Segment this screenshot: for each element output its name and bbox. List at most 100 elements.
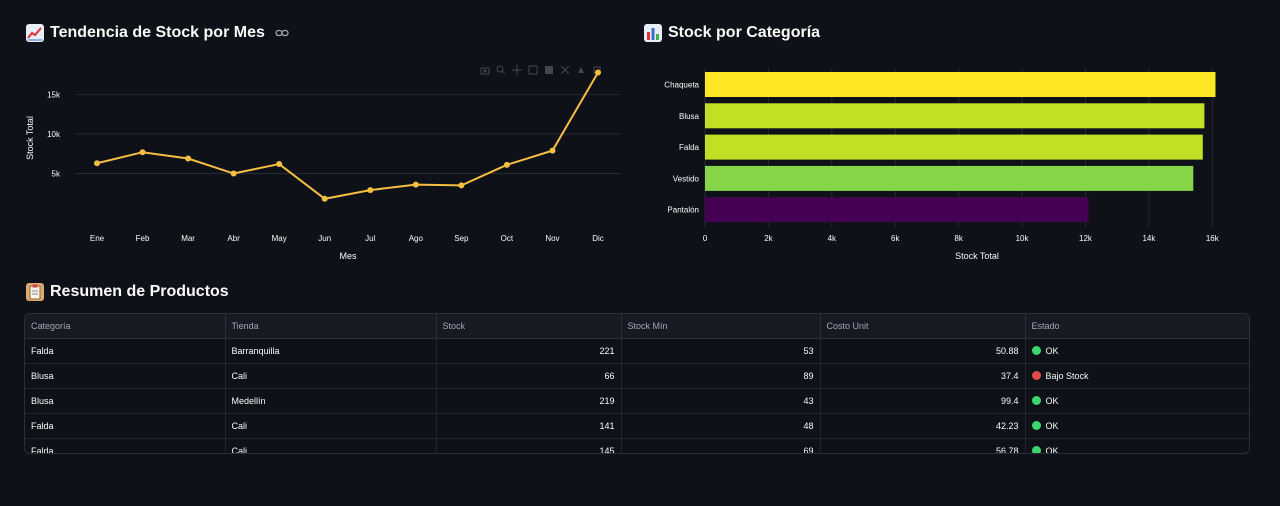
cell-tienda[interactable]: Cali (225, 413, 437, 439)
status-text: OK (1045, 421, 1059, 431)
data-point (276, 161, 283, 168)
x-tick-label: Abr (227, 234, 240, 243)
line-chart-title: Tendencia de Stock por Mes (26, 24, 289, 42)
x-tick-label: Sep (454, 234, 469, 243)
column-header-stock[interactable]: Stock (436, 314, 622, 339)
bar-chart-title: Stock por Categoría (644, 24, 820, 42)
cell-costo-unit[interactable]: 99.4 (820, 388, 1026, 414)
column-header-stock-min[interactable]: Stock Mín (621, 314, 821, 339)
status-dot-icon (1031, 371, 1041, 380)
cell-estado[interactable]: OK (1025, 388, 1249, 414)
link-icon[interactable] (275, 26, 289, 40)
x-tick-label: Jul (365, 234, 375, 243)
y-tick-label: Vestido (673, 174, 700, 183)
table-row[interactable]: Blusa Medellín 219 43 99.4 OK (25, 388, 1249, 414)
y-tick-label: Chaqueta (664, 81, 699, 90)
data-point (230, 170, 237, 177)
status-text: OK (1045, 446, 1059, 454)
cell-stock[interactable]: 66 (436, 363, 622, 389)
data-point (549, 147, 556, 154)
cell-stock[interactable]: 141 (436, 413, 622, 439)
cell-estado[interactable]: OK (1025, 338, 1249, 364)
line-chart-title-text: Tendencia de Stock por Mes (50, 24, 265, 41)
bar-chart[interactable]: 0 2k 4k 6k 8k 10k 12k 14k 16k Chaqueta Blusa Falda V… (640, 55, 1270, 265)
cell-stock-min[interactable]: 43 (621, 388, 821, 414)
cell-costo-unit[interactable]: 56.78 (820, 438, 1026, 453)
cell-categoria[interactable]: Falda (25, 438, 226, 453)
x-tick-label: 14k (1142, 234, 1156, 243)
x-axis-title: Mes (339, 251, 357, 261)
table-row[interactable]: Blusa Cali 66 89 37.4 Bajo Stock (25, 363, 1249, 389)
x-tick-label: Feb (136, 234, 150, 243)
cell-costo-unit[interactable]: 50.88 (820, 338, 1026, 364)
bar-chart-icon (644, 24, 662, 42)
cell-tienda[interactable]: Barranquilla (225, 338, 437, 364)
bar (705, 165, 1194, 191)
status-dot-icon (1031, 346, 1041, 355)
cell-stock-min[interactable]: 89 (621, 363, 821, 389)
cell-categoria[interactable]: Falda (25, 338, 226, 364)
status-dot-icon (1031, 421, 1041, 430)
cell-tienda[interactable]: Cali (225, 363, 437, 389)
cell-categoria[interactable]: Falda (25, 413, 226, 439)
y-tick-label: 5k (52, 170, 61, 179)
x-axis-title: Stock Total (955, 251, 999, 261)
data-point (458, 182, 465, 189)
table-row[interactable]: Falda Cali 141 48 42.23 OK (25, 413, 1249, 439)
bar (705, 197, 1089, 223)
cell-stock[interactable]: 219 (436, 388, 622, 414)
x-tick-label: 12k (1079, 234, 1093, 243)
status-text: OK (1045, 346, 1059, 356)
cell-estado[interactable]: OK (1025, 413, 1249, 439)
x-tick-label: Ene (90, 234, 105, 243)
status-dot-icon (1031, 446, 1041, 453)
x-tick-label: 16k (1206, 234, 1220, 243)
x-tick-label: 4k (828, 234, 837, 243)
column-header-tienda[interactable]: Tienda (225, 314, 437, 339)
data-point (185, 155, 192, 162)
cell-categoria[interactable]: Blusa (25, 363, 226, 389)
status-text: OK (1045, 396, 1059, 406)
table-row[interactable]: Falda Barranquilla 221 53 50.88 OK (25, 338, 1249, 364)
x-tick-label: 0 (703, 234, 708, 243)
cell-categoria[interactable]: Blusa (25, 388, 226, 414)
y-tick-label: 15k (47, 91, 61, 100)
cell-stock[interactable]: 145 (436, 438, 622, 453)
bar-chart-title-text: Stock por Categoría (668, 24, 821, 41)
cell-estado[interactable]: Bajo Stock (1025, 363, 1249, 389)
table-row[interactable]: Falda Cali 145 69 56.78 OK (25, 438, 1249, 454)
x-tick-label: Mar (181, 234, 195, 243)
cell-stock-min[interactable]: 69 (621, 438, 821, 453)
line-chart[interactable]: 5k 10k 15k Ene Feb Mar Abr May Jun Jul Ago Sep Oct No… (0, 55, 630, 265)
cell-estado[interactable]: OK (1025, 438, 1249, 454)
x-tick-label: 2k (764, 234, 773, 243)
cell-tienda[interactable]: Cali (225, 438, 437, 453)
cell-stock[interactable]: 221 (436, 338, 622, 364)
x-tick-label: 8k (954, 234, 963, 243)
column-header-costo-unit[interactable]: Costo Unit (820, 314, 1026, 339)
column-header-categoria[interactable]: Categoría (25, 314, 226, 339)
cell-stock-min[interactable]: 53 (621, 338, 821, 364)
cell-tienda[interactable]: Medellín (225, 388, 437, 414)
y-tick-label: Pantalón (667, 206, 699, 215)
data-point (367, 187, 374, 194)
cell-costo-unit[interactable]: 42.23 (820, 413, 1026, 439)
y-tick-label: Falda (679, 143, 700, 152)
cell-stock-min[interactable]: 48 (621, 413, 821, 439)
x-tick-label: Jun (318, 234, 331, 243)
data-point (412, 181, 419, 188)
x-tick-label: Nov (545, 234, 559, 243)
data-point (139, 149, 146, 156)
x-tick-label: Ago (409, 234, 424, 243)
chart-increasing-icon (26, 24, 44, 42)
bar (705, 72, 1216, 97)
column-header-estado[interactable]: Estado (1025, 314, 1249, 339)
table-title-text: Resumen de Productos (50, 283, 229, 300)
data-point (94, 160, 100, 167)
cell-costo-unit[interactable]: 37.4 (820, 363, 1026, 389)
status-text: Bajo Stock (1045, 371, 1089, 381)
x-tick-label: 10k (1016, 234, 1030, 243)
products-table[interactable]: Categoría Tienda Stock Stock Mín Costo U… (24, 313, 1250, 454)
clipboard-icon (26, 283, 44, 301)
x-tick-label: Oct (501, 234, 514, 243)
